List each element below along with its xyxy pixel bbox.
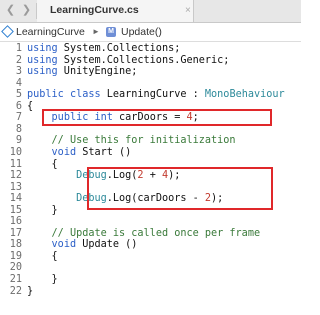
close-icon[interactable]: × [185, 5, 191, 16]
code-line[interactable]: 17 // Update is called once per frame [0, 228, 301, 240]
line-number: 17 [9, 227, 22, 239]
breadcrumb-class[interactable]: LearningCurve [16, 26, 85, 38]
line-number: 15 [9, 204, 22, 216]
line-number: 11 [9, 158, 22, 170]
line-number: 16 [9, 216, 22, 228]
code-text: public class LearningCurve : MonoBehavio… [27, 89, 285, 101]
code-text: { [27, 250, 58, 262]
breadcrumb-method[interactable]: Update() [121, 26, 162, 38]
code-text: void Update () [51, 239, 138, 251]
code-text: { [27, 100, 34, 112]
tab-label: LearningCurve.cs [50, 4, 139, 16]
line-number: 4 [15, 77, 22, 89]
class-diamond-icon [1, 25, 14, 38]
line-number: 21 [9, 274, 22, 285]
code-text: } [27, 285, 34, 297]
line-number: 12 [9, 170, 22, 182]
line-number: 7 [15, 112, 22, 124]
line-number: 20 [9, 262, 22, 274]
line-number: 19 [9, 250, 22, 262]
code-text: // Update is called once per frame [51, 227, 261, 239]
line-number: 13 [9, 181, 22, 193]
line-number: 6 [15, 100, 22, 112]
highlight-box-debug-log [87, 167, 273, 210]
line-number: 10 [9, 146, 22, 158]
code-line[interactable]: 22} [0, 286, 301, 298]
code-line[interactable]: 16 [0, 216, 301, 228]
code-line[interactable]: 4 [0, 78, 301, 90]
line-number: 14 [9, 193, 22, 205]
code-line[interactable]: 3 using UnityEngine; [0, 66, 301, 78]
line-number: 18 [9, 239, 22, 251]
code-line[interactable]: 9 // Use this for initialization [0, 135, 301, 147]
method-icon: M [106, 27, 116, 37]
code-line[interactable]: 10 void Start () [0, 147, 301, 159]
tab-learningcurve-cs[interactable]: LearningCurve.cs × [37, 0, 194, 22]
chevron-right-icon[interactable]: ❯ [19, 3, 34, 18]
code-text: using System.Collections.Generic; [27, 54, 230, 66]
line-number: 8 [15, 123, 22, 135]
code-text: using System.Collections; [27, 43, 181, 54]
breadcrumb-separator-icon: ► [92, 27, 100, 36]
line-number: 3 [15, 66, 22, 78]
code-line[interactable]: 20 [0, 262, 301, 274]
code-line[interactable]: 18 void Update () [0, 239, 301, 251]
line-number: 5 [15, 89, 22, 101]
code-line[interactable]: 2 using System.Collections.Generic; [0, 55, 301, 67]
line-number: 22 [9, 285, 22, 297]
line-number: 2 [15, 54, 22, 66]
code-text: void Start () [51, 146, 132, 158]
line-number: 1 [15, 43, 22, 54]
code-line[interactable]: 1 using System.Collections; [0, 43, 301, 55]
code-text: { [27, 158, 58, 170]
line-number: 9 [15, 135, 22, 147]
code-text: using UnityEngine; [27, 66, 138, 78]
breadcrumb: LearningCurve ► M Update() [0, 23, 301, 42]
tab-bar: ❮ ❯ LearningCurve.cs × [0, 0, 301, 23]
code-text: } [27, 204, 58, 216]
code-line[interactable]: 5 public class LearningCurve : MonoBehavi… [0, 89, 301, 101]
chevron-left-icon[interactable]: ❮ [3, 3, 18, 18]
code-line[interactable]: 19 { [0, 251, 301, 263]
code-text: } [27, 274, 58, 285]
code-text: // Use this for initialization [51, 135, 236, 147]
highlight-box-cardoors [42, 109, 272, 126]
code-line[interactable]: 21 } [0, 274, 301, 286]
